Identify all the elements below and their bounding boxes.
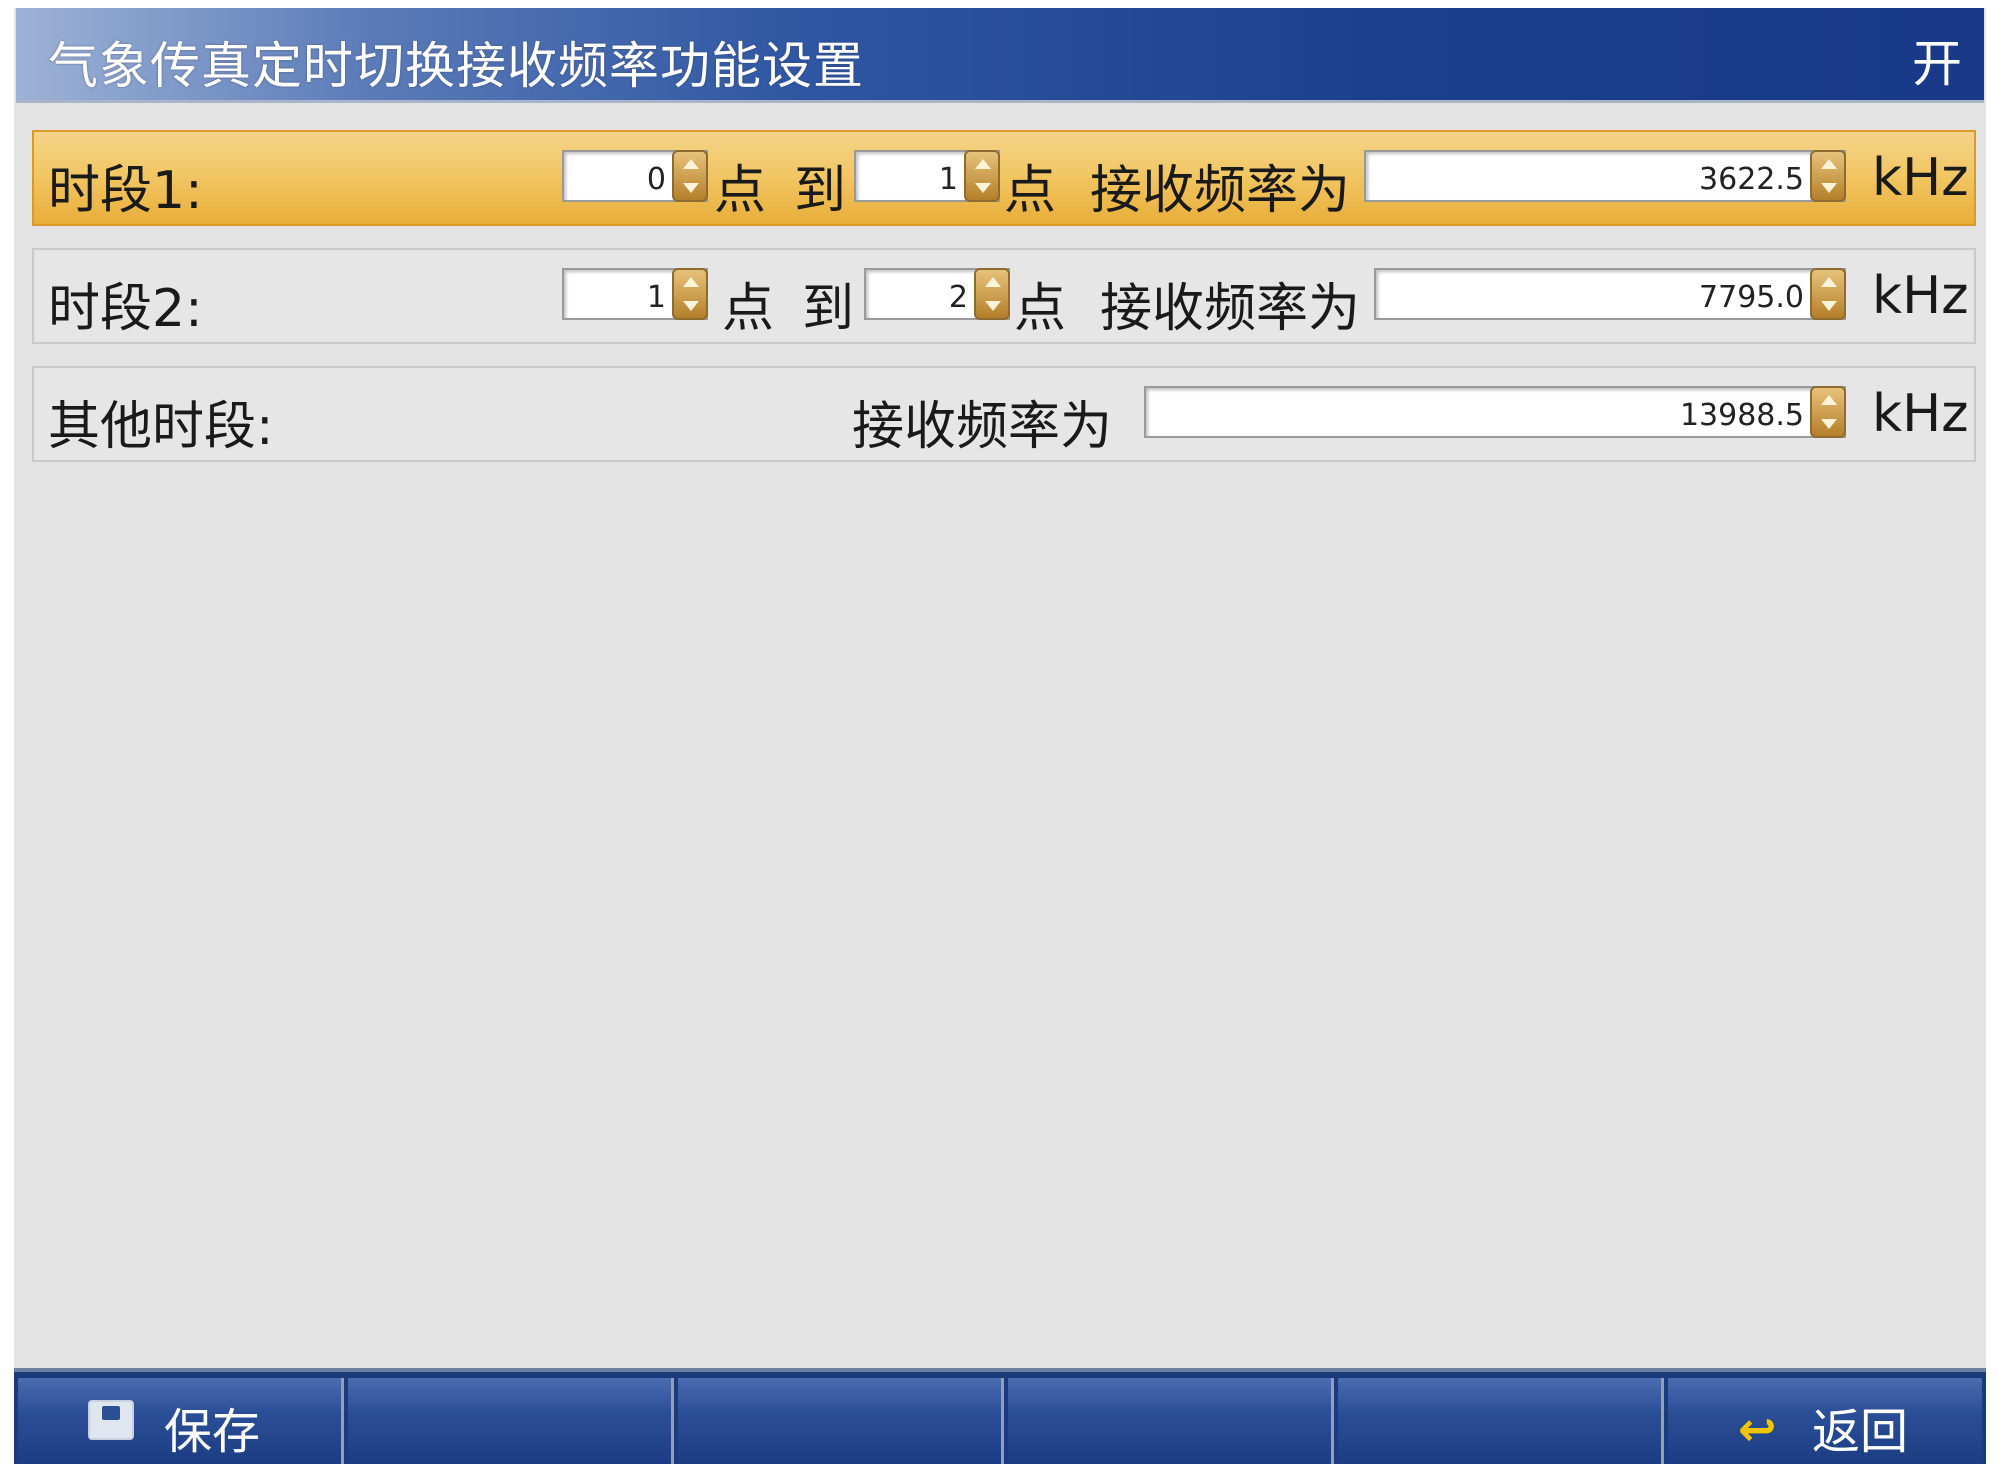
period-1-end-spinner[interactable]: 1: [854, 150, 1000, 202]
other-period-frequency-spinner[interactable]: 13988.5: [1144, 386, 1846, 438]
text-receive-frequency: 接收频率为: [1100, 279, 1361, 339]
period-1-start-value: 0: [646, 162, 666, 197]
softkey-3[interactable]: [678, 1378, 1004, 1464]
softkey-4[interactable]: [1008, 1378, 1334, 1464]
title-bar: 气象传真定时切换接收频率功能设置 开: [16, 8, 1984, 103]
period-2-frequency-value: 7795.0: [1699, 280, 1804, 315]
function-status[interactable]: 开: [1912, 24, 1962, 96]
text-to: 到: [802, 279, 855, 339]
spinner-arrows-icon[interactable]: [974, 268, 1010, 320]
text-to: 到: [794, 161, 847, 221]
other-period-frequency-value: 13988.5: [1679, 398, 1804, 433]
period-row-2[interactable]: 时段2: 1 点 到 2 点 接收频率为 7795.0 kHz: [32, 248, 1976, 344]
period-2-start-spinner[interactable]: 1: [562, 268, 708, 320]
spinner-arrows-icon[interactable]: [672, 150, 708, 202]
other-period-row[interactable]: 其他时段: 接收频率为 13988.5 kHz: [32, 366, 1976, 462]
unit-khz: kHz: [1872, 148, 1969, 208]
period-2-end-spinner[interactable]: 2: [864, 268, 1010, 320]
unit-khz: kHz: [1872, 266, 1969, 326]
screen: 气象传真定时切换接收频率功能设置 开 时段1: 0 点 到 1 点 接收频率为 …: [14, 8, 1986, 1464]
page-title: 气象传真定时切换接收频率功能设置: [48, 37, 864, 95]
text-point: 点: [722, 279, 775, 339]
spinner-arrows-icon[interactable]: [1810, 150, 1846, 202]
text-receive-frequency: 接收频率为: [852, 397, 1113, 457]
period-2-label: 时段2:: [48, 279, 203, 339]
period-1-label: 时段1:: [48, 161, 203, 221]
back-label: 返回: [1812, 1404, 1909, 1460]
period-2-frequency-spinner[interactable]: 7795.0: [1374, 268, 1846, 320]
text-point: 点: [714, 161, 767, 221]
text-receive-frequency: 接收频率为: [1090, 161, 1351, 221]
period-1-frequency-spinner[interactable]: 3622.5: [1364, 150, 1846, 202]
save-button[interactable]: 保存: [18, 1378, 344, 1464]
spinner-arrows-icon[interactable]: [1810, 268, 1846, 320]
spinner-arrows-icon[interactable]: [672, 268, 708, 320]
period-2-start-value: 1: [646, 280, 666, 315]
period-1-end-value: 1: [938, 162, 958, 197]
softkey-5[interactable]: [1338, 1378, 1664, 1464]
unit-khz: kHz: [1872, 384, 1969, 444]
spinner-arrows-icon[interactable]: [964, 150, 1000, 202]
other-period-label: 其他时段:: [48, 397, 274, 457]
period-2-end-value: 2: [948, 280, 968, 315]
spinner-arrows-icon[interactable]: [1810, 386, 1846, 438]
back-button[interactable]: ↩ 返回: [1668, 1378, 1982, 1464]
softkey-2[interactable]: [348, 1378, 674, 1464]
period-row-1[interactable]: 时段1: 0 点 到 1 点 接收频率为 3622.5 kHz: [32, 130, 1976, 226]
back-arrow-icon: ↩: [1738, 1402, 1777, 1456]
period-1-frequency-value: 3622.5: [1699, 162, 1804, 197]
save-label: 保存: [164, 1404, 261, 1460]
bottom-toolbar: 保存 ↩ 返回: [14, 1368, 1986, 1464]
period-1-start-spinner[interactable]: 0: [562, 150, 708, 202]
text-hour: 点: [1014, 279, 1067, 339]
text-hour: 点: [1004, 161, 1057, 221]
save-icon: [88, 1400, 134, 1440]
